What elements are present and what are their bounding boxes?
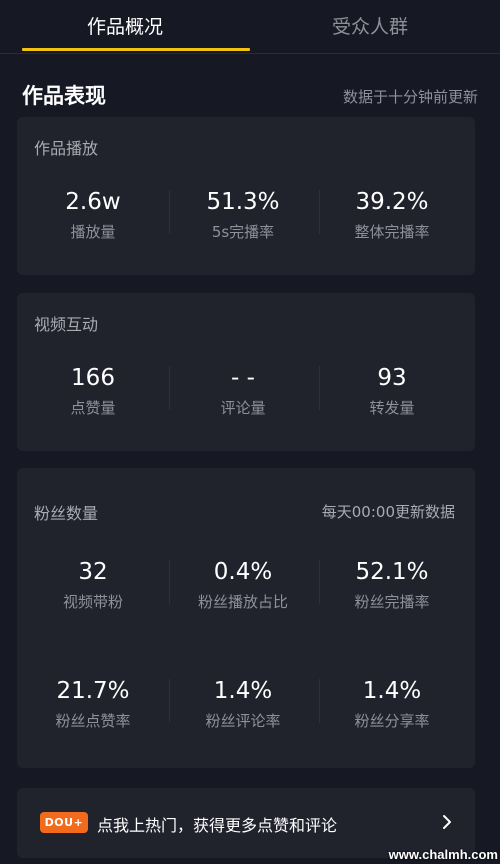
stat-value: 1.4% xyxy=(362,678,422,704)
stat-label: 5s完播率 xyxy=(211,223,275,241)
stat-fan-share-rate: 1.4% 粉丝分享率 xyxy=(317,676,467,731)
stat-label: 播放量 xyxy=(70,223,116,241)
stat-plays: 2.6w 播放量 xyxy=(18,187,168,242)
stat-label: 转发量 xyxy=(369,399,415,417)
stat-label: 视频带粉 xyxy=(62,593,123,611)
tab-audience[interactable]: 受众人群 xyxy=(245,12,495,39)
stat-value: 52.1% xyxy=(355,559,429,585)
stat-value: 2.6w xyxy=(65,189,121,215)
stat-label: 粉丝完播率 xyxy=(354,593,430,611)
fans-update-note: 每天00:00更新数据 xyxy=(321,503,455,521)
playback-card: 作品播放 2.6w 播放量 51.3% 5s完播率 39.2% 整体完播率 xyxy=(17,117,475,275)
card-title: 视频互动 xyxy=(34,315,99,334)
stat-value: 51.3% xyxy=(206,189,280,215)
stat-value: 0.4% xyxy=(213,559,273,585)
update-note: 数据于十分钟前更新 xyxy=(342,88,478,106)
active-tab-indicator xyxy=(22,48,250,51)
stat-label: 粉丝点赞率 xyxy=(55,712,131,730)
promo-text: 点我上热门，获得更多点赞和评论 xyxy=(97,816,338,835)
stat-fan-play-share: 0.4% 粉丝播放占比 xyxy=(168,557,318,612)
section-header: 作品表现 数据于十分钟前更新 xyxy=(22,80,480,108)
stat-label: 点赞量 xyxy=(70,399,116,417)
chevron-right-icon[interactable] xyxy=(437,812,457,832)
stat-fan-completion: 52.1% 粉丝完播率 xyxy=(317,557,467,612)
stat-label: 粉丝评论率 xyxy=(205,712,281,730)
watermark: www.chalmh.com xyxy=(388,847,498,862)
fans-card: 粉丝数量 每天00:00更新数据 32 视频带粉 0.4% 粉丝播放占比 52.… xyxy=(17,468,475,768)
stat-value: 1.4% xyxy=(213,678,273,704)
stat-likes: 166 点赞量 xyxy=(18,363,168,418)
stat-comments: - - 评论量 xyxy=(168,363,318,418)
stat-fans-gained: 32 视频带粉 xyxy=(18,557,168,612)
section-title: 作品表现 xyxy=(22,84,106,108)
stat-label: 评论量 xyxy=(220,399,266,417)
stat-5s-completion: 51.3% 5s完播率 xyxy=(168,187,318,242)
stat-label: 整体完播率 xyxy=(354,223,430,241)
stat-overall-completion: 39.2% 整体完播率 xyxy=(317,187,467,242)
stat-value: 93 xyxy=(377,365,407,391)
stat-value: 166 xyxy=(71,365,115,391)
stat-fan-comment-rate: 1.4% 粉丝评论率 xyxy=(168,676,318,731)
tab-bar: 作品概况 受众人群 xyxy=(0,0,500,54)
interaction-card: 视频互动 166 点赞量 - - 评论量 93 转发量 xyxy=(17,293,475,451)
stat-shares: 93 转发量 xyxy=(317,363,467,418)
dou-plus-badge: DOU+ xyxy=(40,812,88,833)
stat-label: 粉丝分享率 xyxy=(354,712,430,730)
stat-value: - - xyxy=(231,365,255,391)
card-title: 粉丝数量 xyxy=(34,504,99,523)
card-title: 作品播放 xyxy=(34,139,99,158)
stat-value: 32 xyxy=(78,559,108,585)
tab-work-overview[interactable]: 作品概况 xyxy=(0,12,250,39)
stat-value: 39.2% xyxy=(355,189,429,215)
stat-value: 21.7% xyxy=(56,678,130,704)
stat-label: 粉丝播放占比 xyxy=(197,593,288,611)
stat-fan-like-rate: 21.7% 粉丝点赞率 xyxy=(18,676,168,731)
